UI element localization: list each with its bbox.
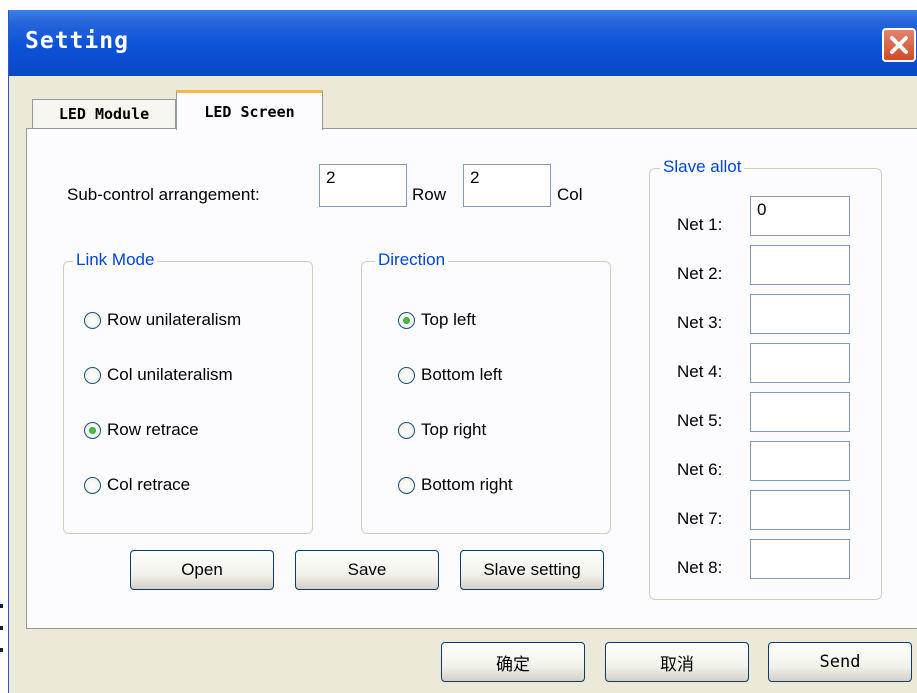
slave-allot-title: Slave allot	[660, 157, 745, 177]
net-8-field[interactable]	[750, 539, 850, 579]
radio-col-retrace[interactable]: Col retrace	[84, 475, 190, 495]
net-1-field[interactable]: 0	[750, 196, 850, 236]
edge-artifact	[0, 604, 3, 608]
net-4-field[interactable]	[750, 343, 850, 383]
radio-bottom-left[interactable]: Bottom left	[398, 365, 502, 385]
net-6-field[interactable]	[750, 441, 850, 481]
radio-label: Bottom right	[421, 475, 513, 494]
slave-allot-group: Slave allot Net 1: 0 Net 2: Net 3: Net 4…	[649, 157, 882, 600]
link-mode-title: Link Mode	[73, 250, 158, 270]
send-button[interactable]: Send	[768, 642, 912, 682]
radio-button-icon	[398, 476, 415, 494]
net-5-field[interactable]	[750, 392, 850, 432]
save-button[interactable]: Save	[295, 550, 439, 590]
edge-artifact	[0, 648, 3, 652]
radio-button-icon	[398, 421, 415, 439]
tab-led-module[interactable]: LED Module	[32, 99, 176, 128]
direction-title: Direction	[375, 250, 449, 270]
radio-label: Top right	[421, 420, 487, 439]
row-count-field[interactable]: 2	[319, 164, 407, 207]
direction-group: Direction Top left Bottom left Top right…	[361, 250, 611, 534]
net-2-field[interactable]	[750, 245, 850, 285]
row-label: Row	[412, 185, 447, 204]
col-count-field[interactable]: 2	[463, 164, 551, 207]
net-3-field[interactable]	[750, 294, 850, 334]
close-icon	[890, 36, 908, 54]
net-1-label: Net 1:	[677, 215, 723, 234]
radio-bottom-right[interactable]: Bottom right	[398, 475, 513, 495]
slave-setting-button[interactable]: Slave setting	[460, 550, 604, 590]
net-8-label: Net 8:	[677, 558, 723, 577]
radio-button-icon	[84, 311, 101, 329]
net-7-field[interactable]	[750, 490, 850, 530]
radio-button-icon	[398, 366, 415, 384]
radio-label: Row retrace	[107, 420, 199, 439]
net-5-label: Net 5:	[677, 411, 723, 430]
cancel-button[interactable]: 取消	[605, 642, 749, 682]
radio-label: Top left	[421, 310, 476, 329]
radio-row-retrace[interactable]: Row retrace	[84, 420, 199, 440]
tab-led-screen[interactable]: LED Screen	[176, 90, 323, 130]
radio-button-icon	[398, 311, 415, 329]
net-2-label: Net 2:	[677, 264, 723, 283]
radio-col-unilateralism[interactable]: Col unilateralism	[84, 365, 233, 385]
arrangement-label: Sub-control arrangement:	[67, 185, 260, 204]
open-button[interactable]: Open	[130, 550, 274, 590]
title-bar[interactable]: Setting	[9, 10, 917, 76]
radio-button-icon	[84, 476, 101, 494]
radio-label: Row unilateralism	[107, 310, 242, 329]
radio-top-left[interactable]: Top left	[398, 310, 476, 330]
net-7-label: Net 7:	[677, 509, 723, 528]
net-6-label: Net 6:	[677, 460, 723, 479]
radio-button-icon	[84, 366, 101, 384]
radio-label: Bottom left	[421, 365, 503, 384]
link-mode-group: Link Mode Row unilateralism Col unilater…	[63, 250, 313, 534]
radio-row-unilateralism[interactable]: Row unilateralism	[84, 310, 241, 330]
ok-button[interactable]: 确定	[441, 642, 585, 682]
close-button[interactable]	[882, 28, 916, 62]
radio-button-icon	[84, 421, 101, 439]
radio-top-right[interactable]: Top right	[398, 420, 486, 440]
net-4-label: Net 4:	[677, 362, 723, 381]
setting-dialog: Setting LED Module LED Screen Sub-contro…	[8, 10, 917, 693]
edge-artifact	[0, 626, 3, 630]
col-label: Col	[557, 185, 583, 204]
tab-panel-led-screen: Sub-control arrangement: 2 Row 2 Col Lin…	[26, 128, 917, 629]
net-3-label: Net 3:	[677, 313, 723, 332]
radio-label: Col unilateralism	[107, 365, 233, 384]
window-title: Setting	[25, 28, 129, 54]
radio-label: Col retrace	[107, 475, 191, 494]
